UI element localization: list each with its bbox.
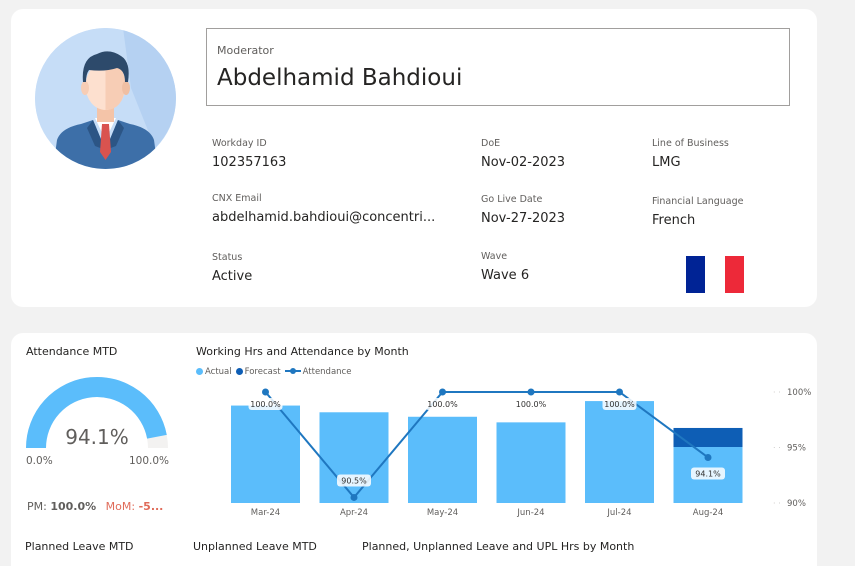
y2-tick-label: 100% — [787, 388, 811, 398]
x-tick-label: Jul-24 — [606, 508, 631, 518]
y2-tick-label: 90% — [787, 499, 806, 509]
flag-stripe — [724, 256, 744, 293]
go-live-date-field: Go Live Date Nov-27-2023 — [481, 194, 565, 226]
field-label: Line of Business — [652, 138, 729, 149]
line-of-business-field: Line of Business LMG — [652, 138, 729, 170]
field-label: Wave — [481, 251, 508, 262]
x-tick-label: Apr-24 — [340, 508, 368, 518]
bar-actual — [585, 401, 654, 503]
bar-actual — [408, 416, 477, 503]
field-label: Workday ID — [212, 138, 267, 149]
attendance-point — [439, 388, 446, 396]
moderator-name-box: Moderator Abdelhamid Bahdioui — [206, 28, 790, 106]
attendance-point — [616, 388, 623, 396]
bar-actual — [319, 412, 389, 503]
avatar — [35, 28, 176, 169]
field-label: Go Live Date — [481, 194, 543, 205]
data-label: 94.1% — [695, 469, 721, 478]
field-value: French — [652, 213, 696, 228]
bar-actual — [496, 422, 566, 503]
france-flag-icon — [686, 256, 744, 293]
dashboard-card: Attendance MTD 94.1% 0.0% 100.0% PM: 100… — [11, 333, 817, 566]
field-label: DoE — [481, 138, 501, 149]
doe-field: DoE Nov-02-2023 — [481, 138, 565, 170]
attendance-point — [704, 453, 712, 461]
field-label: CNX Email — [212, 193, 262, 204]
cnx-email-field: CNX Email abdelhamid.bahdioui@concentri.… — [212, 193, 435, 225]
attendance-point — [527, 388, 535, 396]
data-label: 100.0% — [250, 400, 281, 409]
y2-tick-dots: · · — [773, 499, 781, 508]
financial-language-field: Financial Language French — [652, 196, 744, 228]
user-avatar-icon — [35, 28, 176, 169]
employee-name: Abdelhamid Bahdioui — [217, 65, 463, 91]
field-value: abdelhamid.bahdioui@concentri... — [212, 210, 436, 225]
attendance-point — [262, 388, 269, 396]
x-tick-label: May-24 — [427, 508, 458, 518]
y2-tick-dots: · · — [773, 444, 781, 453]
leave-chart-title: Planned, Unplanned Leave and UPL Hrs by … — [362, 540, 635, 553]
field-label: Financial Language — [652, 196, 744, 207]
field-value: Nov-02-2023 — [481, 155, 566, 170]
data-label: 100.0% — [604, 400, 635, 409]
role-label: Moderator — [217, 44, 274, 57]
working-hours-chart: Mar-24 Apr-24 May-24 Jun-24 Jul-24 Aug-24 100.… — [231, 388, 811, 518]
x-tick-label: Aug-24 — [693, 508, 723, 518]
x-tick-label: Jun-24 — [516, 508, 544, 518]
data-label: 100.0% — [427, 400, 458, 409]
y2-tick-label: 95% — [787, 444, 806, 454]
field-value: 102357163 — [212, 155, 287, 170]
unplanned-leave-title: Unplanned Leave MTD — [193, 540, 317, 553]
y2-tick-dots: · · — [773, 388, 781, 397]
profile-card: Moderator Abdelhamid Bahdioui Workday ID… — [11, 9, 817, 307]
field-value: LMG — [652, 155, 681, 170]
flag-stripe — [705, 256, 725, 293]
status-field: Status Active — [212, 252, 252, 284]
x-tick-label: Mar-24 — [251, 508, 280, 518]
field-value: Wave 6 — [481, 268, 530, 283]
field-label: Status — [212, 252, 243, 263]
data-label: 90.5% — [341, 476, 367, 485]
flag-stripe — [686, 256, 706, 293]
data-label: 100.0% — [516, 400, 547, 409]
field-value: Nov-27-2023 — [481, 211, 566, 226]
field-value: Active — [212, 269, 253, 284]
planned-leave-title: Planned Leave MTD — [25, 540, 134, 553]
bar-forecast — [673, 427, 743, 447]
attendance-point — [350, 493, 358, 501]
workday-id-field: Workday ID 102357163 — [212, 138, 286, 170]
wave-field: Wave Wave 6 — [481, 251, 529, 283]
